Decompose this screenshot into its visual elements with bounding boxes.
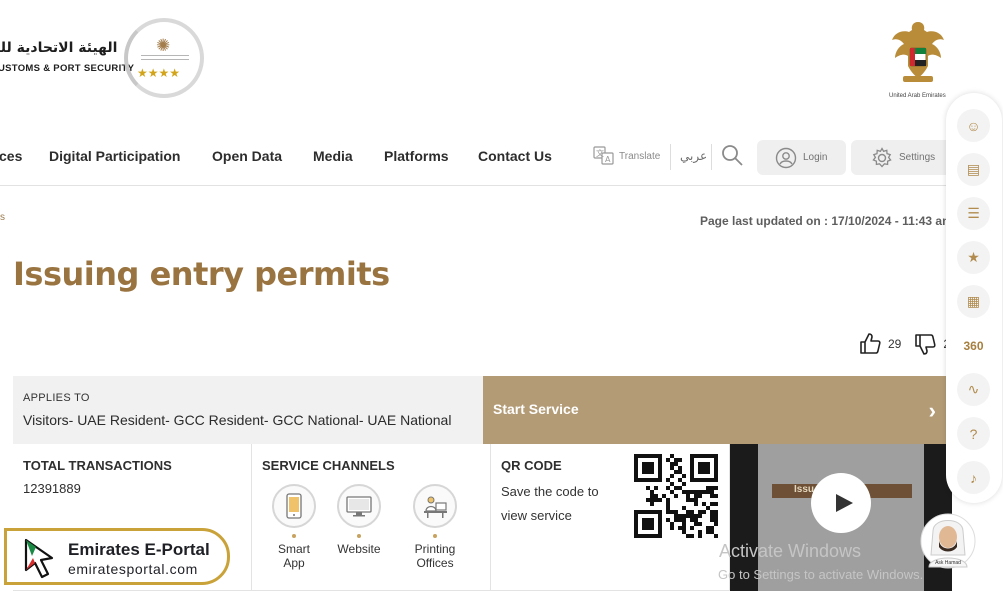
gear-icon — [872, 146, 892, 167]
play-icon[interactable] — [811, 473, 871, 533]
four-stars-icon: ★★★★ — [137, 66, 181, 80]
nav-item-contact-us[interactable]: Contact Us — [478, 148, 552, 164]
office-icon — [413, 484, 457, 528]
smartphone-icon — [272, 484, 316, 528]
channel-smart-app[interactable]: Smart App — [272, 484, 316, 570]
total-transactions-value: 12391889 — [23, 481, 81, 496]
start-service-label: Start Service — [493, 401, 579, 417]
nav-divider — [670, 144, 671, 170]
thumbs-up-icon[interactable] — [858, 332, 882, 356]
feedback-rating: 29 26 — [858, 332, 957, 356]
user-icon — [775, 147, 797, 168]
nav-item-open-data[interactable]: Open Data — [212, 148, 282, 164]
search-icon[interactable] — [720, 143, 744, 167]
nav-divider — [711, 144, 712, 170]
windows-activation-title: Activate Windows — [719, 541, 862, 561]
thumbs-down-icon[interactable] — [913, 332, 937, 356]
apps-icon[interactable]: ▦ — [957, 285, 990, 318]
header-divider — [0, 185, 950, 186]
channel-connector — [292, 534, 296, 538]
rating-emblem-icon: ✺ — [156, 36, 171, 55]
chevron-right-icon: › — [928, 398, 936, 423]
channel-connector — [357, 534, 361, 538]
nav-item-platforms[interactable]: Platforms — [384, 148, 449, 164]
translate-icon: 文 A — [593, 146, 614, 165]
bell-icon[interactable]: ♪ — [957, 461, 990, 494]
breadcrumb[interactable]: s — [0, 212, 5, 223]
applies-to-label: APPLIES TO — [23, 392, 90, 404]
ask-hamad-label: Ask Hamad — [935, 560, 961, 566]
login-label: Login — [803, 152, 828, 163]
cursor-logo-icon — [24, 538, 54, 579]
login-button[interactable]: Login — [757, 140, 846, 175]
org-name-arabic: الهيئة الاتحادية للـ — [0, 40, 118, 56]
start-service-button[interactable]: Start Service › — [483, 376, 952, 444]
applies-to-value: Visitors- UAE Resident- GCC Resident- GC… — [23, 412, 452, 428]
translate-label: Translate — [619, 150, 661, 162]
uae-label: United Arab Emirates — [889, 93, 946, 99]
help-chat-icon[interactable]: ? — [957, 417, 990, 450]
org-name-english: USTOMS & PORT SECURITY — [0, 63, 135, 74]
arabic-language-link[interactable]: عربي — [680, 149, 707, 163]
uae-eagle-emblem-icon — [892, 22, 944, 82]
svg-text:文: 文 — [596, 148, 604, 158]
total-transactions-label: TOTAL TRANSACTIONS — [23, 458, 172, 473]
channel-label: Printing Offices — [414, 542, 456, 570]
tour-360-icon[interactable]: 360 — [957, 329, 990, 362]
svg-text:A: A — [605, 155, 611, 164]
floating-toolbar: ☺ ▤ ☰ ★ ▦ 360 ∿ ? ♪ — [946, 93, 1002, 503]
likes-count: 29 — [888, 337, 902, 351]
qr-code-image[interactable] — [634, 454, 718, 538]
eportal-url: emiratesportal.com — [68, 561, 198, 577]
nav-item-media[interactable]: Media — [313, 148, 353, 164]
channel-connector — [433, 534, 437, 538]
eportal-title: Emirates E-Portal — [68, 540, 210, 559]
channel-label: Smart App — [277, 542, 310, 570]
applies-to-panel: APPLIES TO Visitors- UAE Resident- GCC R… — [13, 376, 483, 444]
government-rating-badge: ✺ ★★★★ — [124, 18, 204, 98]
service-channels-label: SERVICE CHANNELS — [262, 458, 395, 473]
channel-printing-offices[interactable]: Printing Offices — [413, 484, 457, 570]
assistant-icon[interactable]: ☺ — [957, 109, 990, 142]
qr-code-description: Save the code to view service — [501, 484, 599, 523]
nav-item-digital-participation[interactable]: Digital Participation — [49, 148, 180, 164]
settings-label: Settings — [899, 152, 936, 163]
translate-button[interactable]: 文 A Translate — [593, 143, 660, 169]
rating-icon[interactable]: ★ — [957, 241, 990, 274]
emirates-eportal-logo: Emirates E-Portal emiratesportal.com — [4, 528, 230, 585]
channel-label: Website — [337, 542, 381, 556]
settings-button[interactable]: Settings — [851, 140, 951, 175]
windows-activation-subtitle: Go to Settings to activate Windows. — [718, 567, 924, 582]
page-title: Issuing entry permits — [13, 255, 390, 293]
ask-hamad-avatar[interactable] — [919, 511, 977, 585]
card-icon[interactable]: ▤ — [957, 153, 990, 186]
rating-caption-lines — [141, 55, 189, 60]
signature-icon[interactable]: ∿ — [957, 373, 990, 406]
list-icon[interactable]: ☰ — [957, 197, 990, 230]
nav-item-services[interactable]: ces — [0, 148, 22, 164]
page-updated-date: Page last updated on : 17/10/2024 - 11:4… — [700, 214, 953, 228]
channel-website[interactable]: Website — [337, 484, 381, 556]
monitor-icon — [337, 484, 381, 528]
